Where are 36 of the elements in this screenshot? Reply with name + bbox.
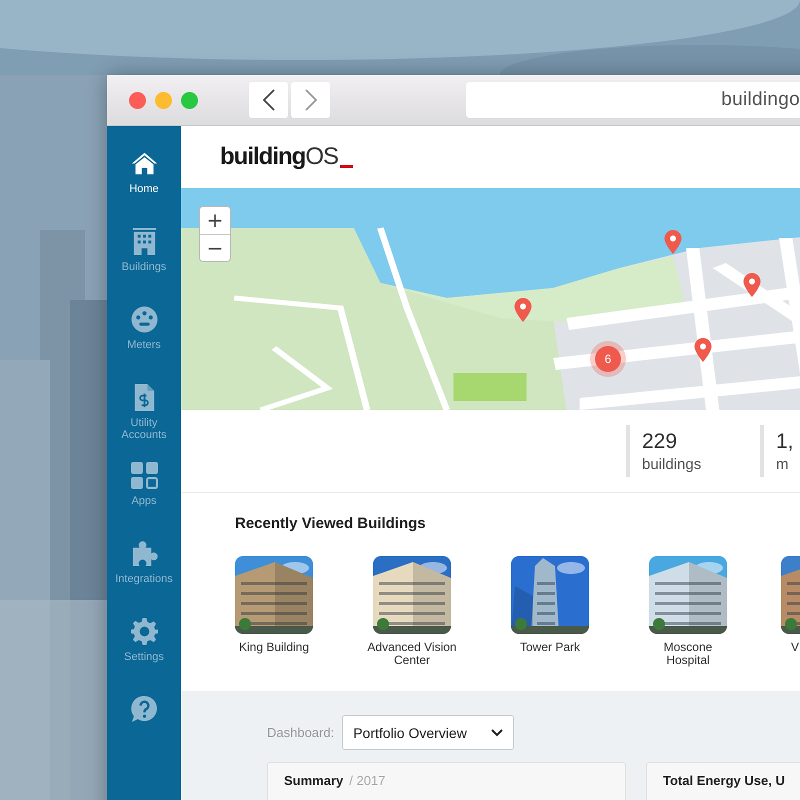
apps-icon [130,462,158,489]
building-icon [130,228,158,255]
help-icon [130,696,158,723]
section-title: Recently Viewed Buildings [235,515,427,532]
card-title: Total Energy Use, U [663,773,785,788]
zoom-out-button[interactable]: − [200,234,230,261]
building-name[interactable]: Tower Park [520,641,580,654]
logo: buildingOS [220,143,353,171]
stat-value: 1, [776,430,795,454]
building-name[interactable]: Advanced Vision Center [367,641,457,667]
stat-value: 229 [642,430,678,454]
puzzle-icon [130,540,158,567]
stat-label: buildings [642,456,702,472]
card-subtitle: / 2017 [349,773,386,788]
meter-icon [130,306,158,333]
chevron-down-icon [491,728,504,736]
stat-label: m [776,456,790,472]
card-title: Summary [284,773,344,788]
back-button[interactable] [249,82,288,118]
maximize-button[interactable] [181,92,198,108]
map-pin-icon[interactable] [514,298,532,322]
address-bar[interactable]: buildingo [466,82,800,118]
gear-icon [130,618,158,645]
home-icon [130,150,158,177]
building-name[interactable]: King Building [238,641,310,654]
map-pin-icon[interactable] [743,273,761,297]
chevron-right-icon [304,89,318,111]
sidebar-item[interactable]: Home [107,148,181,226]
building-name[interactable]: V [791,641,800,654]
map-pin-icon[interactable] [694,338,712,362]
map-pin-icon[interactable] [664,230,682,254]
building-name[interactable]: Moscone Hospital [643,641,733,667]
chevron-left-icon [262,89,276,111]
close-button[interactable] [129,92,146,108]
dashboard-label: Dashboard: [267,725,334,740]
dashboard-dropdown[interactable]: Portfolio Overview [342,715,514,750]
